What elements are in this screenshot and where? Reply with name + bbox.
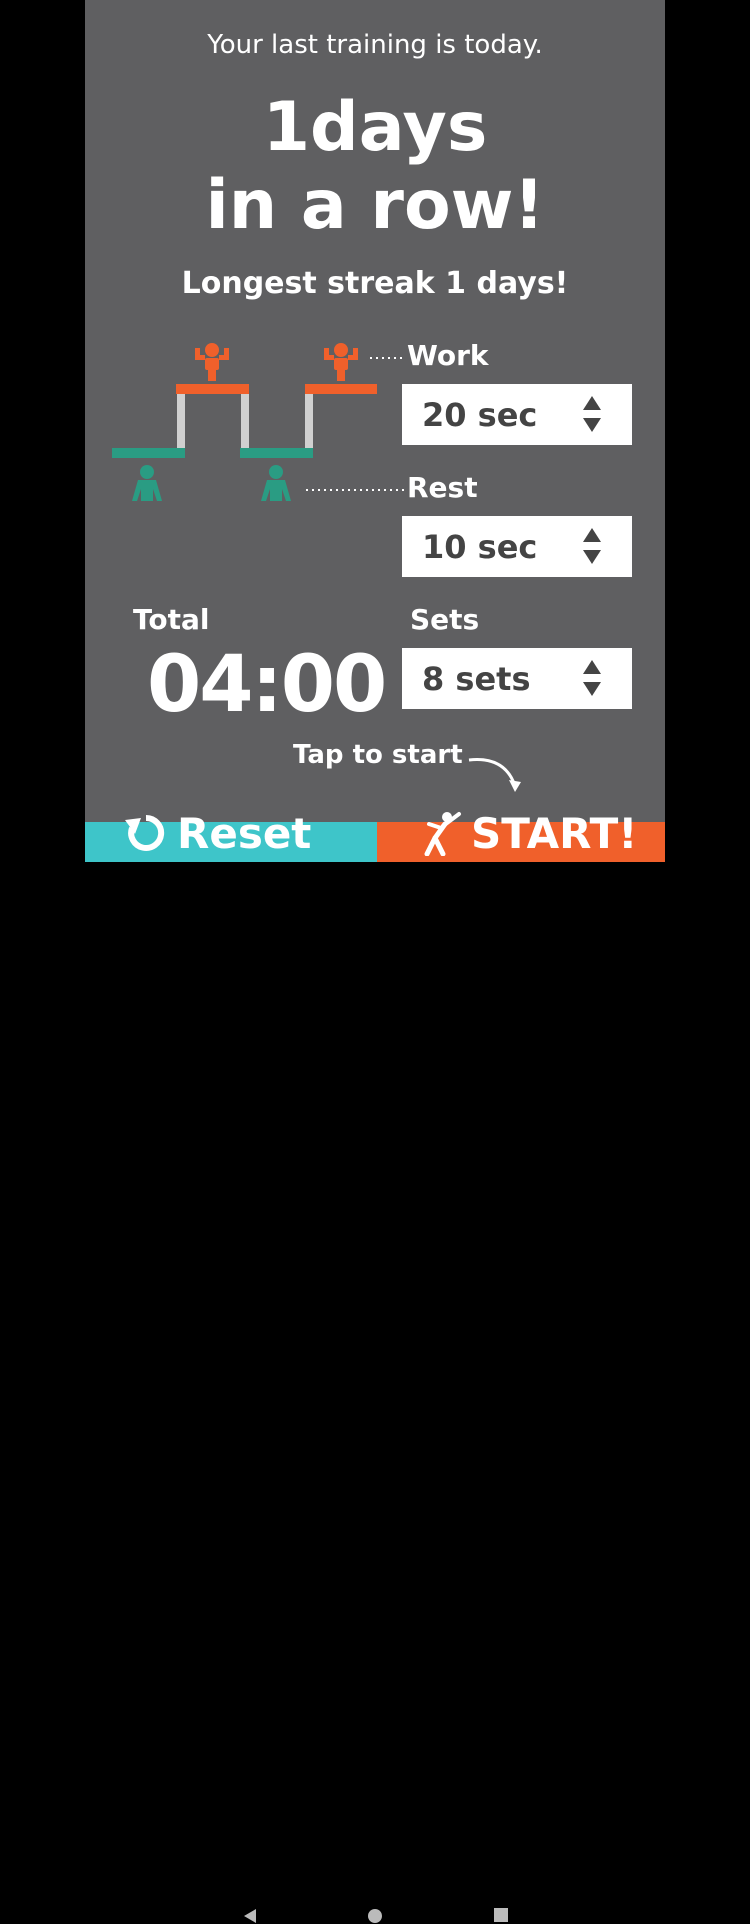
work-bar [305, 384, 377, 394]
flexing-person-icon [195, 343, 229, 381]
reset-icon [125, 814, 165, 851]
up-down-arrows-icon [583, 528, 601, 564]
app-screen: Your last training is today. 1days in a … [85, 0, 665, 862]
last-training-text: Your last training is today. [207, 30, 543, 60]
system-navigation-bar [0, 940, 750, 1923]
up-down-arrows-icon [583, 660, 601, 696]
step-connector [241, 392, 249, 450]
start-button[interactable]: START! [377, 809, 665, 862]
reset-button[interactable]: Reset [85, 809, 377, 862]
work-duration-select[interactable]: 20 sec [402, 384, 632, 445]
streak-suffix: in a row! [205, 166, 545, 245]
back-icon[interactable] [243, 1908, 257, 1924]
standing-person-icon [132, 465, 162, 501]
rest-duration-select[interactable]: 10 sec [402, 516, 632, 577]
reset-label: Reset [177, 808, 312, 858]
recents-icon[interactable] [494, 1908, 508, 1922]
curved-arrow-icon [468, 758, 521, 792]
total-time: 04:00 [147, 640, 387, 730]
start-label: START! [471, 808, 638, 858]
rest-duration-value: 10 sec [422, 527, 538, 566]
home-icon[interactable] [367, 1908, 383, 1924]
sets-label: Sets [410, 603, 480, 636]
step-connector [177, 392, 185, 450]
work-bar [176, 384, 249, 394]
total-label: Total [133, 603, 210, 636]
work-label: Work [407, 339, 489, 372]
step-connector [305, 392, 313, 450]
flexing-person-icon [324, 343, 358, 381]
rest-bar [112, 448, 185, 458]
rest-bar [240, 448, 313, 458]
sets-value: 8 sets [422, 659, 531, 698]
tap-to-start-hint: Tap to start [293, 740, 463, 770]
rest-label: Rest [407, 471, 478, 504]
standing-person-icon [261, 465, 291, 501]
up-down-arrows-icon [583, 396, 601, 432]
longest-streak-text: Longest streak 1 days! [181, 266, 569, 301]
stretching-person-icon [424, 812, 461, 856]
streak-count: 1days [262, 88, 488, 167]
sets-select[interactable]: 8 sets [402, 648, 632, 709]
work-duration-value: 20 sec [422, 395, 538, 434]
interval-diagram [112, 343, 405, 501]
